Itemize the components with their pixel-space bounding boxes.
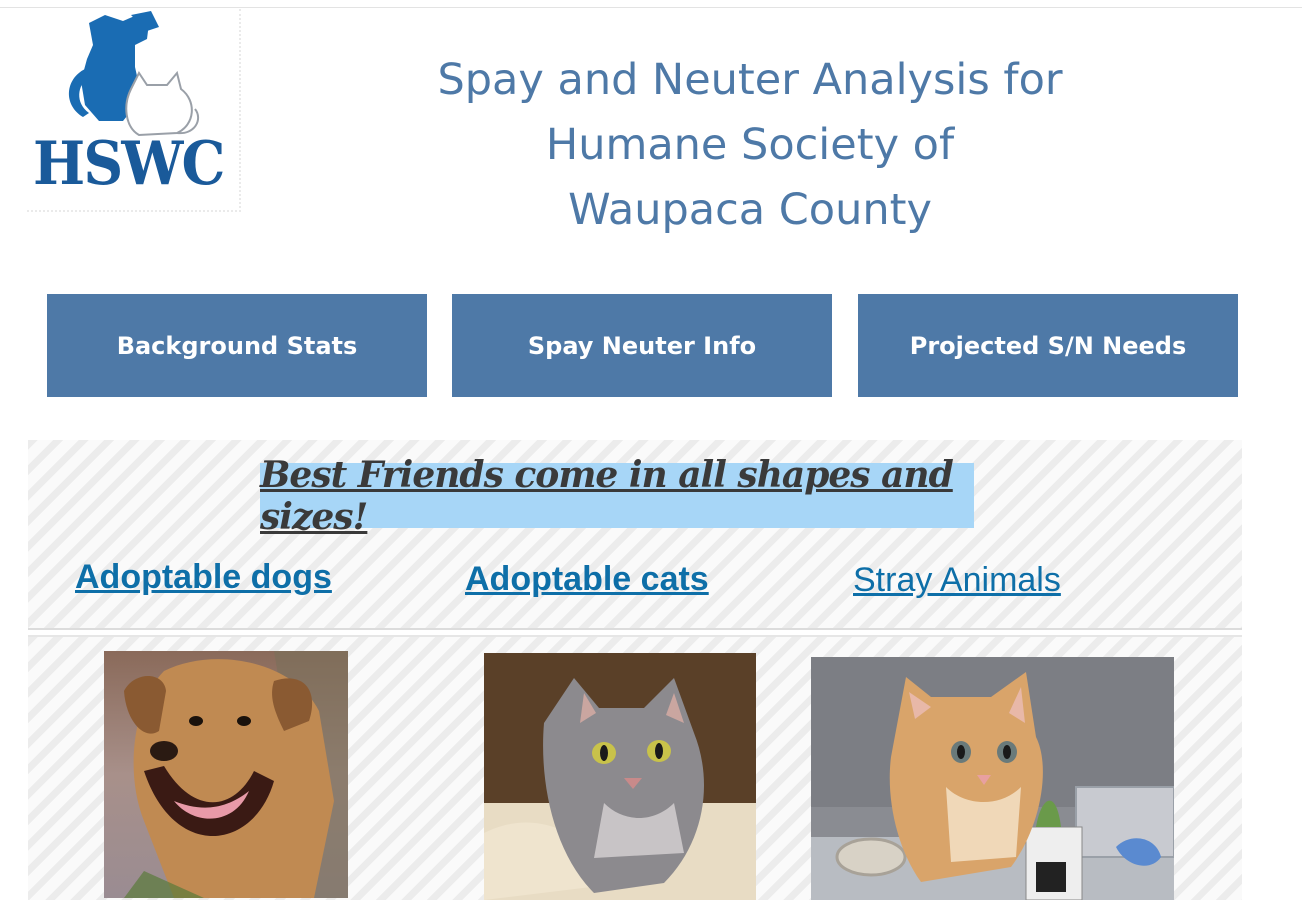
spay-neuter-info-button[interactable]: Spay Neuter Info [452,294,832,397]
title-line-2: Humane Society of [545,120,955,170]
hswc-logo: HSWC [27,9,241,212]
top-divider [0,7,1302,8]
title-line-3: Waupaca County [568,185,932,235]
promo-banner: Best Friends come in all shapes and size… [260,454,974,538]
adoptable-dogs-link[interactable]: Adoptable dogs [75,558,332,597]
orange-kitten-photo[interactable] [811,657,1174,900]
page-title: Spay and Neuter Analysis for Humane Soci… [380,48,1120,243]
background-stats-button[interactable]: Background Stats [47,294,427,397]
stray-animals-link[interactable]: Stray Animals [853,561,1061,600]
gray-cat-photo[interactable] [484,653,756,900]
dog-photo[interactable] [104,651,348,898]
title-line-1: Spay and Neuter Analysis for [437,55,1063,105]
panel-divider [28,628,1242,637]
projected-sn-needs-button[interactable]: Projected S/N Needs [858,294,1238,397]
adoptable-cats-link[interactable]: Adoptable cats [465,560,709,599]
